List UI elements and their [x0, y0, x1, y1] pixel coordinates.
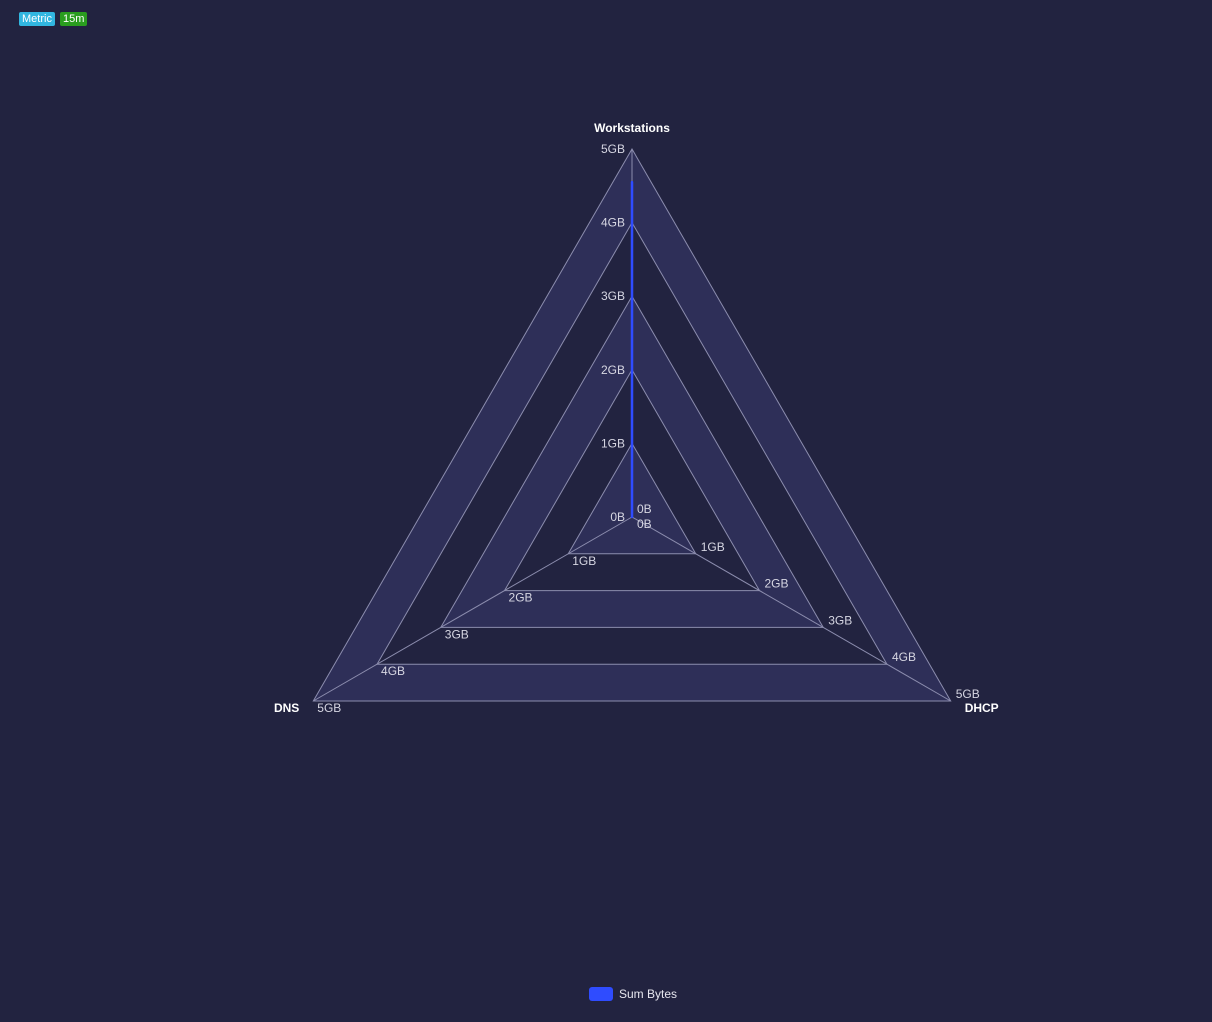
tick-label-dns-5: 5GB [317, 701, 341, 715]
tick-label-workstations-4: 4GB [601, 216, 625, 230]
tick-label-dns-4: 4GB [381, 664, 405, 678]
tick-label-dhcp-5: 5GB [956, 687, 980, 701]
tick-label-dhcp-0: 0B [637, 502, 652, 516]
axis-label-dns: DNS [274, 701, 299, 715]
legend-label-sum-bytes: Sum Bytes [619, 987, 678, 1001]
tick-label-workstations-2: 2GB [601, 363, 625, 377]
tick-label-dhcp-3: 3GB [828, 613, 852, 627]
tick-label-workstations-3: 3GB [601, 289, 625, 303]
axis-label-workstations: Workstations [594, 121, 670, 135]
legend-swatch-sum-bytes [589, 987, 613, 1001]
tick-label-dns-1: 1GB [572, 554, 596, 568]
tick-label-dns-0: 0B [637, 517, 652, 531]
tick-label-workstations-5: 5GB [601, 142, 625, 156]
tick-label-dns-3: 3GB [445, 627, 469, 641]
tick-label-dhcp-2: 2GB [764, 577, 788, 591]
axis-label-dhcp: DHCP [965, 701, 999, 715]
tick-label-dhcp-4: 4GB [892, 650, 916, 664]
dashboard-panel: Metric 15m 0B 1GB 2GB 3GB 4GB 5GB 0B 1GB 2GB 3GB 4… [0, 0, 1212, 1022]
tick-label-dhcp-1: 1GB [701, 540, 725, 554]
chart-legend[interactable]: Sum Bytes [589, 987, 677, 1001]
tick-label-workstations-1: 1GB [601, 436, 625, 450]
radar-chart: 0B 1GB 2GB 3GB 4GB 5GB 0B 1GB 2GB 3GB 4GB 5GB 0B 1GB 2… [274, 121, 999, 715]
tick-label-dns-2: 2GB [509, 591, 533, 605]
tick-label-workstations-0: 0B [610, 510, 625, 524]
